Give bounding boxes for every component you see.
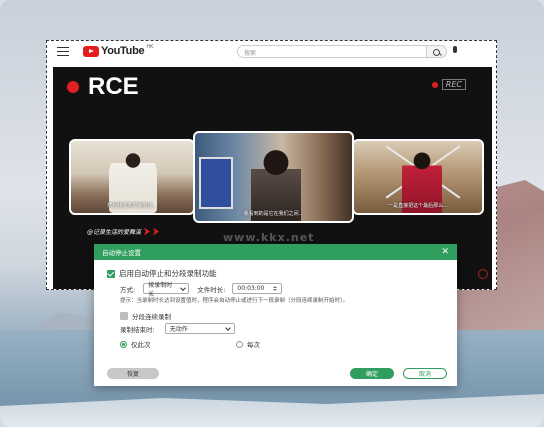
mode-row: 方式: 按录制时长 文件时长: 00:03:00 bbox=[120, 282, 283, 298]
stepper-icon[interactable] bbox=[273, 286, 278, 291]
after-row: 录制结束时: 无动作 bbox=[120, 323, 235, 334]
dialog-titlebar: 自动停止设置 ✕ bbox=[94, 244, 457, 260]
duration-input[interactable]: 00:03:00 bbox=[232, 283, 283, 294]
radio-once[interactable]: 仅此次 bbox=[120, 339, 151, 349]
close-icon[interactable]: ✕ bbox=[441, 246, 449, 258]
cancel-button[interactable]: 取消 bbox=[403, 368, 447, 379]
mode-value: 按录制时长 bbox=[148, 281, 173, 298]
youtube-header: YouTube HK 搜索 bbox=[47, 41, 496, 63]
chevron-down-icon bbox=[179, 284, 186, 291]
after-select[interactable]: 无动作 bbox=[164, 323, 235, 334]
enable-checkbox[interactable] bbox=[107, 269, 115, 278]
duration-label: 文件时长: bbox=[197, 285, 226, 294]
radio-once-button[interactable] bbox=[120, 340, 127, 348]
youtube-logo-text: YouTube bbox=[101, 45, 145, 57]
thumbnail-caption: 然后我把发现就很快... bbox=[107, 203, 157, 209]
thumbnail-caption: 我看到的是它在我们之间... bbox=[243, 211, 304, 217]
youtube-play-icon bbox=[83, 45, 99, 57]
radio-each[interactable]: 每次 bbox=[236, 339, 260, 349]
search-button[interactable] bbox=[427, 45, 447, 58]
ok-button[interactable]: 确定 bbox=[350, 368, 394, 379]
thumbnail-caption: 一是直接把这个最后那么... bbox=[388, 203, 448, 209]
rec-dot-icon bbox=[431, 81, 438, 88]
record-dot-icon bbox=[67, 81, 79, 93]
arrow-icon bbox=[144, 227, 151, 236]
continuous-row[interactable]: 分段连续录制 bbox=[120, 311, 171, 321]
video-tagline: @记录生活的爱舞溪 bbox=[87, 227, 160, 236]
menu-icon[interactable] bbox=[57, 47, 69, 56]
shelf bbox=[199, 157, 233, 209]
continuous-label: 分段连续录制 bbox=[132, 313, 171, 321]
youtube-logo[interactable]: YouTube HK bbox=[83, 44, 154, 57]
hint-text: 提示：当录制时长达到设置值时，程序会自动停止或进行下一段录制（分段连续录制开始时… bbox=[120, 298, 349, 304]
dialog-title: 自动停止设置 bbox=[102, 249, 141, 257]
tagline-text: @记录生活的爱舞溪 bbox=[87, 229, 142, 236]
video-thumbnail-2: 我看到的是它在我们之间... bbox=[193, 131, 354, 223]
youtube-region: HK bbox=[146, 44, 154, 50]
watermark: www.kkx.net bbox=[223, 231, 315, 244]
mode-label: 方式: bbox=[120, 285, 136, 294]
radio-each-button[interactable] bbox=[236, 340, 243, 348]
duration-value: 00:03:00 bbox=[237, 285, 265, 292]
after-label: 录制结束时: bbox=[120, 325, 155, 334]
record-button-icon[interactable] bbox=[478, 269, 488, 279]
arrow-icon bbox=[153, 227, 160, 236]
microphone-icon[interactable] bbox=[453, 46, 457, 53]
rec-badge-text: REC bbox=[441, 79, 466, 90]
radio-once-label: 仅此次 bbox=[131, 341, 151, 349]
rec-badge: REC bbox=[431, 79, 466, 90]
enable-label: 启用自动停止和分段录制功能 bbox=[119, 269, 217, 278]
chevron-down-icon bbox=[224, 324, 231, 331]
radio-each-label: 每次 bbox=[247, 341, 260, 349]
continuous-checkbox[interactable] bbox=[120, 312, 128, 320]
auto-stop-dialog: 自动停止设置 ✕ 启用自动停止和分段录制功能 方式: 按录制时长 文件时长: 0… bbox=[94, 244, 457, 386]
video-title: RCE bbox=[88, 73, 139, 100]
restore-button[interactable]: 恢复 bbox=[107, 368, 159, 379]
search-input[interactable]: 搜索 bbox=[237, 45, 427, 58]
video-thumbnail-3: 一是直接把这个最后那么... bbox=[352, 139, 484, 215]
after-value: 无动作 bbox=[169, 326, 188, 333]
video-thumbnail-1: 然后我把发现就很快... bbox=[69, 139, 195, 215]
enable-row[interactable]: 启用自动停止和分段录制功能 bbox=[107, 268, 217, 279]
mode-select[interactable]: 按录制时长 bbox=[143, 282, 190, 298]
hint-row: 提示：当录制时长达到设置值时，程序会自动停止或进行下一段录制（分段连续录制开始时… bbox=[120, 296, 348, 304]
